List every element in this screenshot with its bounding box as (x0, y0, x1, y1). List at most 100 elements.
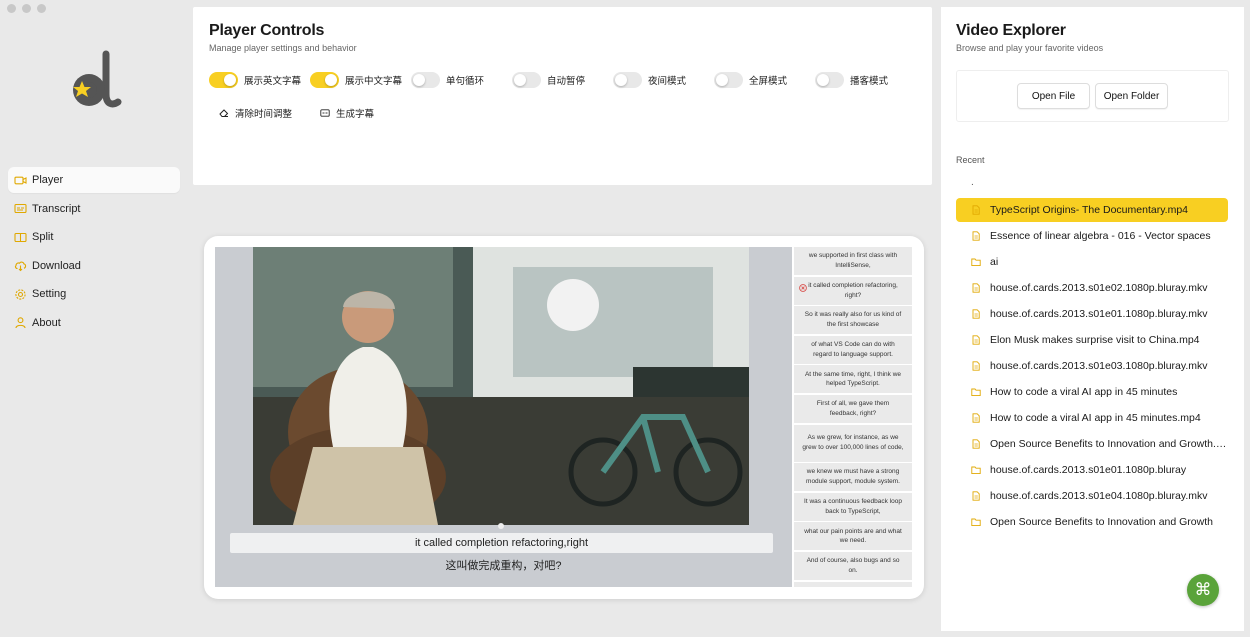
recent-file-item[interactable]: TypeScript Origins- The Documentary.mp4 (956, 198, 1228, 222)
recent-item-label: house.of.cards.2013.s01e01.1080p.bluray.… (990, 308, 1208, 320)
recent-folder-item[interactable]: Open Source Benefits to Innovation and G… (956, 510, 1228, 534)
toggle-1[interactable]: 展示中文字幕 (310, 72, 411, 88)
recent-heading: Recent (956, 155, 985, 165)
transcript-item[interactable]: As we grew, for instance, as we grew to … (794, 424, 912, 462)
transcript-item[interactable]: of what VS Code can do with regard to la… (794, 335, 912, 364)
recent-item-label: house.of.cards.2013.s01e03.1080p.bluray.… (990, 360, 1208, 372)
transcript-item[interactable]: It was a continuous feedback loop back t… (794, 492, 912, 521)
app-logo (62, 50, 126, 114)
sidebar-item-label: Player (32, 174, 64, 186)
progress-handle[interactable] (498, 523, 504, 529)
recent-item-label: Open Source Benefits to Innovation and G… (990, 516, 1213, 528)
file-icon (971, 231, 981, 241)
gear-icon (14, 288, 27, 301)
toggle-3[interactable]: 自动暂停 (512, 72, 613, 88)
split-icon (14, 231, 27, 244)
video-player-frame: it called completion refactoring,right 这… (204, 236, 924, 599)
transcript-item[interactable]: First of all, we gave them feedback, rig… (794, 394, 912, 423)
recent-folder-item[interactable]: house.of.cards.2013.s01e01.1080p.bluray (956, 458, 1228, 482)
user-icon (14, 316, 27, 329)
sidebar: Player Transcript Split Download Setting Abou… (0, 0, 190, 637)
transcript-text: As we grew, for instance, as we grew to … (802, 434, 904, 452)
action-row: 清除时间调整 生成字幕 (219, 106, 402, 120)
video-explorer-panel: Video Explorer Browse and play your favo… (941, 7, 1244, 631)
sidebar-item-label: About (32, 316, 61, 329)
toggle-switch[interactable] (310, 72, 339, 88)
clear-time-adjust-button[interactable]: 清除时间调整 (219, 106, 292, 120)
transcript-item[interactable]: we supported in first class with Intelli… (794, 247, 912, 275)
video-frame-image[interactable] (253, 247, 749, 525)
toggle-label: 全屏模式 (749, 76, 788, 87)
toggle-switch[interactable] (411, 72, 440, 88)
sidebar-item-download[interactable]: Download (8, 253, 180, 279)
toggle-5[interactable]: 全屏模式 (714, 72, 815, 88)
recent-file-item[interactable]: Elon Musk makes surprise visit to China.… (956, 328, 1228, 352)
toggle-switch[interactable] (613, 72, 642, 88)
transcript-text: what our pain points are and what we nee… (804, 527, 902, 545)
toggle-label: 单句循环 (446, 76, 485, 87)
recent-item-label: ai (990, 256, 999, 268)
sidebar-item-setting[interactable]: Setting (8, 281, 180, 307)
folder-icon (971, 517, 981, 527)
transcript-item[interactable]: we knew we must have a strong module sup… (794, 463, 912, 492)
recent-file-item[interactable]: house.of.cards.2013.s01e03.1080p.bluray.… (956, 354, 1228, 378)
recent-item-label: house.of.cards.2013.s01e01.1080p.bluray (990, 464, 1187, 476)
player-controls-panel: Player Controls Manage player settings a… (193, 7, 932, 185)
open-file-button[interactable]: Open File (1017, 83, 1090, 109)
recent-list: TypeScript Origins- The Documentary.mp4 E… (956, 198, 1228, 536)
transcript-item[interactable]: it called completion refactoring, right? (794, 276, 912, 305)
chinese-subtitle: 这叫做完成重构，对吧? (445, 560, 562, 572)
panel-subtitle: Manage player settings and behavior (209, 43, 357, 53)
error-icon (799, 283, 807, 292)
generate-subtitles-button[interactable]: 生成字幕 (320, 106, 374, 120)
transcript-text: It was a continuous feedback loop back t… (804, 498, 902, 515)
toggle-switch[interactable] (815, 72, 844, 88)
toggle-0[interactable]: 展示英文字幕 (209, 72, 310, 88)
recent-item-label: house.of.cards.2013.s01e04.1080p.bluray.… (990, 490, 1208, 502)
file-icon (971, 361, 981, 371)
toggle-6[interactable]: 播客模式 (815, 72, 916, 88)
recent-item-label: How to code a viral AI app in 45 minutes (990, 386, 1178, 398)
recent-file-item[interactable]: house.of.cards.2013.s01e04.1080p.bluray.… (956, 484, 1228, 508)
recent-file-item[interactable]: house.of.cards.2013.s01e02.1080p.bluray.… (956, 276, 1228, 300)
recent-file-item[interactable]: house.of.cards.2013.s01e01.1080p.bluray.… (956, 302, 1228, 326)
sidebar-item-transcript[interactable]: Transcript (8, 196, 180, 222)
transcript-item[interactable]: what our pain points are and what we nee… (794, 522, 912, 551)
transcript-list: we supported in first class with Intelli… (794, 247, 912, 587)
recent-file-item[interactable]: Essence of linear algebra - 016 - Vector… (956, 224, 1228, 248)
recent-folder-item[interactable]: ai (956, 250, 1228, 274)
sidebar-item-split[interactable]: Split (8, 224, 180, 250)
video-area[interactable]: it called completion refactoring,right 这… (215, 247, 792, 587)
transcript-text: And of course, also bugs and so on. (806, 557, 900, 574)
toggle-switch[interactable] (714, 72, 743, 88)
sidebar-item-player[interactable]: Player (8, 167, 180, 193)
toggle-2[interactable]: 单句循环 (411, 72, 512, 88)
caption-icon (320, 108, 330, 118)
toggle-row: 展示英文字幕 展示中文字幕 单句循环 自动暂停 夜间模式 全屏模式 播客模式 (209, 72, 916, 88)
file-icon (971, 439, 981, 449)
recent-file-item[interactable]: How to code a viral AI app in 45 minutes… (956, 406, 1228, 430)
file-icon (971, 309, 981, 319)
transcript-item[interactable]: And of course, also bugs and so on. (794, 551, 912, 580)
file-icon (971, 205, 981, 215)
transcript-item[interactable]: So it was really also for us kind of the… (794, 306, 912, 335)
toggle-4[interactable]: 夜间模式 (613, 72, 714, 88)
explorer-title: Video Explorer (956, 22, 1066, 39)
transcript-item[interactable]: At the same time, right, I think we help… (794, 365, 912, 394)
transcript-item[interactable]: Well, it was also very helpful, I (794, 581, 912, 587)
transcript-text: we knew we must have a strong module sup… (806, 468, 900, 486)
toggle-switch[interactable] (512, 72, 541, 88)
toggle-switch[interactable] (209, 72, 238, 88)
sidebar-item-about[interactable]: About (8, 310, 180, 336)
recent-folder-item[interactable]: How to code a viral AI app in 45 minutes (956, 380, 1228, 404)
sidebar-item-label: Setting (32, 288, 67, 301)
recent-file-item[interactable]: Open Source Benefits to Innovation and G… (956, 432, 1228, 456)
cloud-download-icon (14, 259, 27, 272)
open-folder-button[interactable]: Open Folder (1095, 83, 1168, 109)
toggle-label: 夜间模式 (648, 76, 687, 87)
recent-item-label: house.of.cards.2013.s01e02.1080p.bluray.… (990, 282, 1208, 294)
sidebar-nav: Player Transcript Split Download Setting Abou… (8, 167, 180, 339)
file-icon (971, 491, 981, 501)
command-button[interactable]: ⌘ (1187, 574, 1219, 606)
recent-parent-item[interactable]: . (971, 177, 974, 188)
